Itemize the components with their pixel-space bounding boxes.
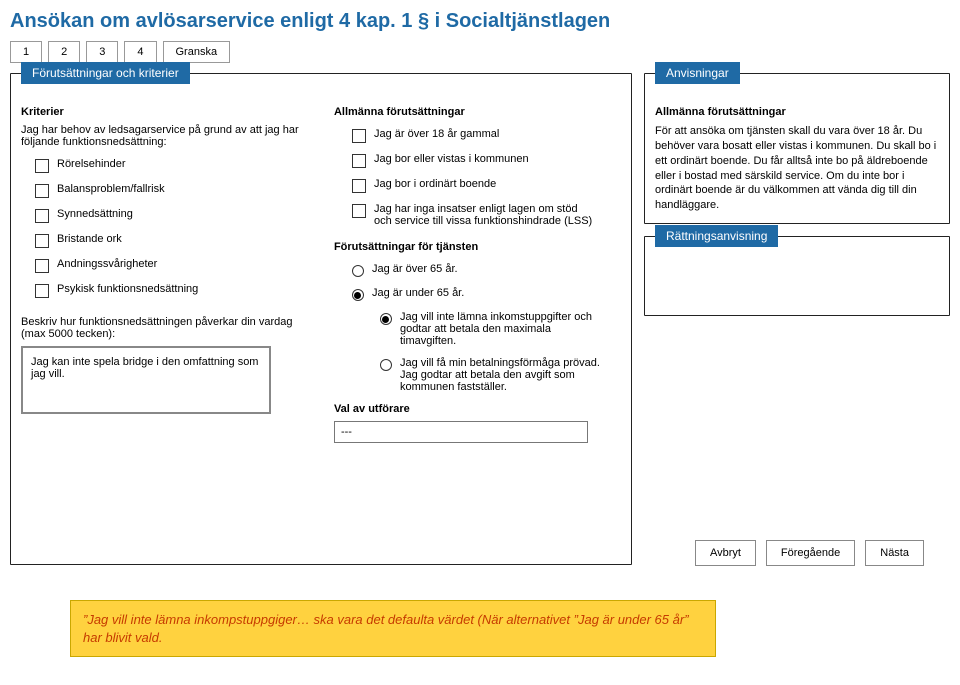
button-row: Avbryt Föregående Nästa [695,540,924,566]
radio-test-payment-row: Jag vill få min betalningsförmåga prövad… [380,357,621,393]
previous-button[interactable]: Föregående [766,540,855,566]
checkbox-psykisk[interactable] [35,284,49,298]
step-tabs: 1 2 3 4 Granska [10,41,950,63]
criteria-label: Bristande ork [57,233,122,245]
instructions-panel: Anvisningar Allmänna förutsättningar För… [644,73,950,224]
correction-panel: Rättningsanvisning [644,236,950,316]
criteria-item: Balansproblem/fallrisk [35,183,318,198]
criteria-label: Rörelsehinder [57,158,125,170]
checkbox-synnedsattning[interactable] [35,209,49,223]
general-heading: Allmänna förutsättningar [334,106,621,118]
right-column: Anvisningar Allmänna förutsättningar För… [644,73,950,577]
radio-over65[interactable] [352,265,364,277]
correction-header: Rättningsanvisning [655,225,778,247]
criteria-label: Psykisk funktionsnedsättning [57,283,198,295]
checkbox-bristande-ork[interactable] [35,234,49,248]
general-label: Jag har inga insatser enligt lagen om st… [374,203,594,227]
general-item: Jag bor i ordinärt boende [352,178,621,193]
radio-under65-row: Jag är under 65 år. [352,287,621,301]
criteria-item: Psykisk funktionsnedsättning [35,283,318,298]
provider-select[interactable]: --- [334,421,588,443]
next-button[interactable]: Nästa [865,540,924,566]
general-item: Jag är över 18 år gammal [352,128,621,143]
criteria-panel-header: Förutsättningar och kriterier [21,62,190,84]
annotation-text: ”Jag vill inte lämna inkompstuppgiger… s… [83,611,703,646]
checkbox-rorelsehinder[interactable] [35,159,49,173]
checkbox-over18[interactable] [352,129,366,143]
criteria-intro: Jag har behov av ledsagarservice på grun… [21,124,318,148]
radio-no-income[interactable] [380,313,392,325]
cancel-button[interactable]: Avbryt [695,540,756,566]
checkbox-bor-kommun[interactable] [352,154,366,168]
checkbox-balansproblem[interactable] [35,184,49,198]
radio-label: Jag vill få min betalningsförmåga prövad… [400,357,610,393]
page-root: Ansökan om avlösarservice enligt 4 kap. … [0,0,960,685]
radio-over65-row: Jag är över 65 år. [352,263,621,277]
general-label: Jag bor i ordinärt boende [374,178,496,190]
instructions-subheading: Allmänna förutsättningar [655,106,939,118]
tab-4[interactable]: 4 [124,41,156,63]
page-title: Ansökan om avlösarservice enligt 4 kap. … [10,10,950,33]
criteria-item: Synnedsättning [35,208,318,223]
describe-textarea[interactable]: Jag kan inte spela bridge i den omfattni… [21,346,271,414]
radio-no-income-row: Jag vill inte lämna inkomstuppgifter och… [380,311,621,347]
criteria-label: Andningssvårigheter [57,258,157,270]
criteria-heading: Kriterier [21,106,318,118]
checkbox-ordinart-boende[interactable] [352,179,366,193]
general-label: Jag bor eller vistas i kommunen [374,153,529,165]
describe-label: Beskriv hur funktionsnedsättningen påver… [21,316,318,340]
criteria-item: Rörelsehinder [35,158,318,173]
general-item: Jag bor eller vistas i kommunen [352,153,621,168]
criteria-checklist: Rörelsehinder Balansproblem/fallrisk Syn… [35,158,318,298]
main-columns: Förutsättningar och kriterier Kriterier … [10,73,950,577]
service-heading: Förutsättningar för tjänsten [334,241,621,253]
radio-label: Jag är under 65 år. [372,287,464,299]
annotation-callout: ”Jag vill inte lämna inkompstuppgiger… s… [70,600,716,657]
radio-under65[interactable] [352,289,364,301]
criteria-column: Kriterier Jag har behov av ledsagarservi… [21,96,318,443]
criteria-item: Bristande ork [35,233,318,248]
checkbox-andning[interactable] [35,259,49,273]
tab-1[interactable]: 1 [10,41,42,63]
criteria-label: Balansproblem/fallrisk [57,183,165,195]
provider-heading: Val av utförare [334,403,621,415]
checkbox-inga-lss[interactable] [352,204,366,218]
radio-test-payment[interactable] [380,359,392,371]
tab-2[interactable]: 2 [48,41,80,63]
general-item: Jag har inga insatser enligt lagen om st… [352,203,621,227]
instructions-header: Anvisningar [655,62,740,84]
radio-label: Jag vill inte lämna inkomstuppgifter och… [400,311,610,347]
tab-3[interactable]: 3 [86,41,118,63]
instructions-body: För att ansöka om tjänsten skall du vara… [655,124,939,213]
criteria-panel: Förutsättningar och kriterier Kriterier … [10,73,632,565]
criteria-item: Andningssvårigheter [35,258,318,273]
radio-label: Jag är över 65 år. [372,263,458,275]
tab-review[interactable]: Granska [163,41,231,63]
general-label: Jag är över 18 år gammal [374,128,499,140]
general-column: Allmänna förutsättningar Jag är över 18 … [334,96,621,443]
criteria-label: Synnedsättning [57,208,133,220]
